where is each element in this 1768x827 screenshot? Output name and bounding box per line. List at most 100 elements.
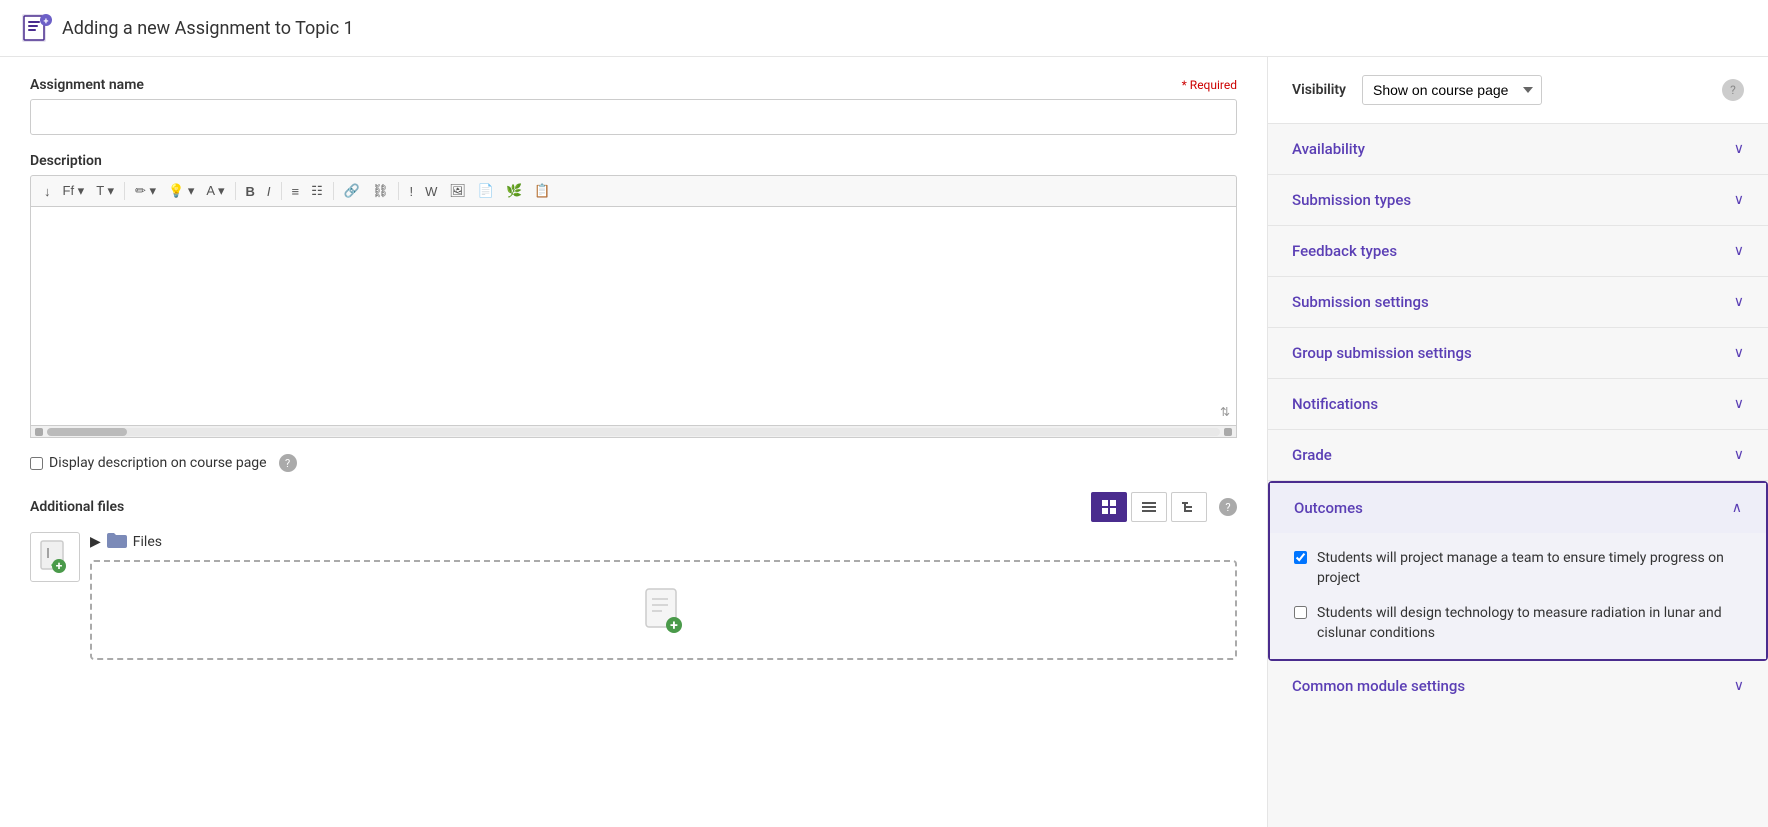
- toolbar-bold[interactable]: B: [241, 181, 260, 202]
- accordion-title-submission-types: Submission types: [1292, 191, 1411, 209]
- files-folder-label: Files: [133, 534, 162, 550]
- outcome-checkbox-2[interactable]: [1294, 606, 1307, 619]
- toolbar-sep3: [281, 182, 282, 200]
- toolbar-italic[interactable]: I: [262, 181, 276, 202]
- toolbar-pencil[interactable]: ✏ ▾: [130, 180, 161, 202]
- visibility-label: Visibility: [1292, 82, 1346, 98]
- toolbar-sep2: [235, 182, 236, 200]
- outcome-item-2: Students will design technology to measu…: [1294, 604, 1742, 643]
- assignment-name-label: Assignment name: [30, 77, 144, 93]
- accordion-title-outcomes: Outcomes: [1294, 499, 1363, 517]
- expand-arrow-icon: ▶: [90, 534, 101, 550]
- description-editor[interactable]: ⇅: [30, 206, 1237, 426]
- header-bar: + Adding a new Assignment to Topic 1: [0, 0, 1768, 57]
- accordion-item-grade: Grade ∨: [1268, 430, 1768, 481]
- file-view-grid-btn[interactable]: [1091, 492, 1127, 522]
- accordion-chevron-notifications: ∨: [1734, 396, 1744, 412]
- toolbar-media-w[interactable]: W: [420, 181, 442, 202]
- file-view-tree-btn[interactable]: [1171, 492, 1207, 522]
- accordion-chevron-submission-types: ∨: [1734, 192, 1744, 208]
- description-label: Description: [30, 153, 1237, 169]
- hscrollbar-thumb: [47, 428, 127, 436]
- toolbar-sep5: [398, 182, 399, 200]
- accordion-header-group-submission[interactable]: Group submission settings ∨: [1268, 328, 1768, 378]
- additional-files-header: Additional files: [30, 492, 1237, 522]
- toolbar-text-style[interactable]: T ▾: [91, 180, 119, 202]
- toolbar-font-color[interactable]: A ▾: [201, 180, 229, 202]
- accordion-chevron-submission-settings: ∨: [1734, 294, 1744, 310]
- file-view-list-btn[interactable]: [1131, 492, 1167, 522]
- accordion-header-submission-settings[interactable]: Submission settings ∨: [1268, 277, 1768, 327]
- accordion-title-submission-settings: Submission settings: [1292, 293, 1429, 311]
- additional-files-label: Additional files: [30, 499, 124, 515]
- additional-files-help-icon[interactable]: ?: [1219, 498, 1237, 516]
- accordion-header-notifications[interactable]: Notifications ∨: [1268, 379, 1768, 429]
- toolbar-unlink[interactable]: ⛓: [367, 180, 394, 202]
- accordion-header-availability[interactable]: Availability ∨: [1268, 124, 1768, 174]
- required-text: * Required: [1182, 78, 1237, 92]
- accordion-header-feedback-types[interactable]: Feedback types ∨: [1268, 226, 1768, 276]
- toolbar-copy[interactable]: 📋: [529, 180, 555, 202]
- accordion-header-submission-types[interactable]: Submission types ∨: [1268, 175, 1768, 225]
- visibility-help-icon[interactable]: ?: [1722, 79, 1744, 101]
- accordion-title-feedback-types: Feedback types: [1292, 242, 1397, 260]
- toolbar-link[interactable]: 🔗: [339, 180, 365, 202]
- accordion-item-common-module: Common module settings ∨: [1268, 661, 1768, 711]
- file-new-button[interactable]: + +: [30, 532, 80, 582]
- outcome-text-1: Students will project manage a team to e…: [1317, 549, 1742, 588]
- accordion-header-common-module[interactable]: Common module settings ∨: [1268, 661, 1768, 711]
- assignment-icon: +: [20, 12, 52, 44]
- toolbar-unordered-list[interactable]: ≡: [287, 181, 305, 202]
- toolbar-image[interactable]: 🖼: [444, 180, 471, 202]
- accordion-title-availability: Availability: [1292, 140, 1365, 158]
- accordion-item-availability: Availability ∨: [1268, 124, 1768, 175]
- hscrollbar-track: [47, 428, 1220, 436]
- accordion-header-grade[interactable]: Grade ∨: [1268, 430, 1768, 480]
- description-section: Description ↓ Ff ▾ T ▾ ✏ ▾ 💡 ▾ A ▾ B I ≡…: [30, 153, 1237, 438]
- toolbar-undo[interactable]: ↓: [39, 181, 56, 202]
- editor-hscrollbar[interactable]: [30, 426, 1237, 438]
- accordion-header-outcomes[interactable]: Outcomes ∧: [1270, 483, 1766, 533]
- drop-icon: +: [644, 587, 684, 633]
- main-layout: Assignment name * Required Description ↓…: [0, 57, 1768, 827]
- accordion-title-notifications: Notifications: [1292, 395, 1378, 413]
- file-drop-zone[interactable]: +: [90, 560, 1237, 660]
- outcome-text-2: Students will design technology to measu…: [1317, 604, 1742, 643]
- page-title: Adding a new Assignment to Topic 1: [62, 18, 354, 39]
- svg-text:+: +: [56, 559, 63, 573]
- accordion-chevron-common-module: ∨: [1734, 678, 1744, 694]
- assignment-name-input[interactable]: [30, 99, 1237, 135]
- accordion-item-notifications: Notifications ∨: [1268, 379, 1768, 430]
- accordion-title-grade: Grade: [1292, 446, 1332, 464]
- toolbar-light[interactable]: 💡 ▾: [163, 180, 199, 202]
- page-wrapper: + Adding a new Assignment to Topic 1 Ass…: [0, 0, 1768, 827]
- toolbar-exclamation[interactable]: !: [404, 181, 418, 202]
- display-description-row: Display description on course page ?: [30, 454, 1237, 472]
- toolbar-ordered-list[interactable]: ☷: [306, 180, 328, 202]
- toolbar-file[interactable]: 📄: [473, 180, 499, 202]
- toolbar-font-family[interactable]: Ff ▾: [58, 180, 90, 202]
- accordion-chevron-group-submission: ∨: [1734, 345, 1744, 361]
- display-description-help-icon[interactable]: ?: [279, 454, 297, 472]
- accordion-item-submission-settings: Submission settings ∨: [1268, 277, 1768, 328]
- accordion-chevron-feedback-types: ∨: [1734, 243, 1744, 259]
- outcome-item-1: Students will project manage a team to e…: [1294, 549, 1742, 588]
- toolbar-sep4: [333, 182, 334, 200]
- display-description-label[interactable]: Display description on course page: [30, 455, 267, 471]
- folder-icon: [107, 532, 127, 552]
- accordion-list: Availability ∨ Submission types ∨ Feedba…: [1268, 124, 1768, 711]
- accordion-title-common-module: Common module settings: [1292, 677, 1465, 695]
- accordion-item-group-submission: Group submission settings ∨: [1268, 328, 1768, 379]
- accordion-item-outcomes: Outcomes ∧ Students will project manage …: [1268, 481, 1768, 661]
- outcomes-body: Students will project manage a team to e…: [1270, 533, 1766, 659]
- visibility-select[interactable]: Show on course page Hide on course page: [1362, 75, 1542, 105]
- toolbar-plant[interactable]: 🌿: [501, 180, 527, 202]
- display-description-checkbox[interactable]: [30, 457, 43, 470]
- outcome-checkbox-1[interactable]: [1294, 551, 1307, 564]
- editor-toolbar: ↓ Ff ▾ T ▾ ✏ ▾ 💡 ▾ A ▾ B I ≡ ☷ 🔗 ⛓: [30, 175, 1237, 206]
- assignment-name-field-label: Assignment name * Required: [30, 77, 1237, 93]
- additional-files-section: Additional files: [30, 492, 1237, 660]
- files-tree-item[interactable]: ▶ Files: [90, 532, 1237, 552]
- accordion-title-group-submission: Group submission settings: [1292, 344, 1472, 362]
- files-panel: ▶ Files: [90, 532, 1237, 660]
